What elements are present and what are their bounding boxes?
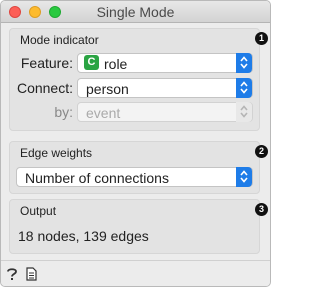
edge-weights-combo-arrow-icon[interactable] <box>236 167 252 187</box>
help-icon[interactable] <box>6 267 18 284</box>
window: Single Mode Mode indicator 1 Feature: C … <box>0 0 271 287</box>
edge-weights-title: Edge weights <box>20 146 93 160</box>
connect-combo-value: person <box>86 81 129 97</box>
edge-weights-group: Edge weights 2 Number of connections <box>9 141 268 194</box>
status-bar <box>1 260 270 286</box>
by-combo-arrow-icon[interactable] <box>236 102 252 122</box>
badge-2: 2 <box>255 145 268 158</box>
by-combo-value: event <box>86 105 121 121</box>
feature-label: Feature: <box>20 55 73 71</box>
output-group: Output 3 18 nodes, 139 edges <box>9 199 268 254</box>
edge-weights-combo-value: Number of connections <box>25 170 169 186</box>
titlebar: Single Mode <box>1 1 270 23</box>
feature-combo-value: role <box>104 56 128 72</box>
by-combo[interactable]: event <box>77 102 253 122</box>
feature-combo-arrow-icon[interactable] <box>236 53 252 73</box>
categorical-variable-icon: C <box>84 55 99 70</box>
connect-combo[interactable]: person <box>77 78 253 98</box>
connect-combo-arrow-icon[interactable] <box>236 78 252 98</box>
report-icon[interactable] <box>26 267 37 284</box>
by-label: by: <box>54 104 73 120</box>
edge-weights-combo[interactable]: Number of connections <box>16 167 253 187</box>
mode-indicator-group: Mode indicator 1 Feature: C role Connect… <box>9 28 268 131</box>
output-summary: 18 nodes, 139 edges <box>18 228 149 244</box>
mode-indicator-title: Mode indicator <box>20 33 99 47</box>
connect-label: Connect: <box>16 80 73 96</box>
feature-combo[interactable]: C role <box>77 53 253 73</box>
badge-1: 1 <box>255 32 268 45</box>
output-title: Output <box>20 204 57 218</box>
window-title: Single Mode <box>96 4 175 20</box>
badge-3: 3 <box>255 203 268 216</box>
